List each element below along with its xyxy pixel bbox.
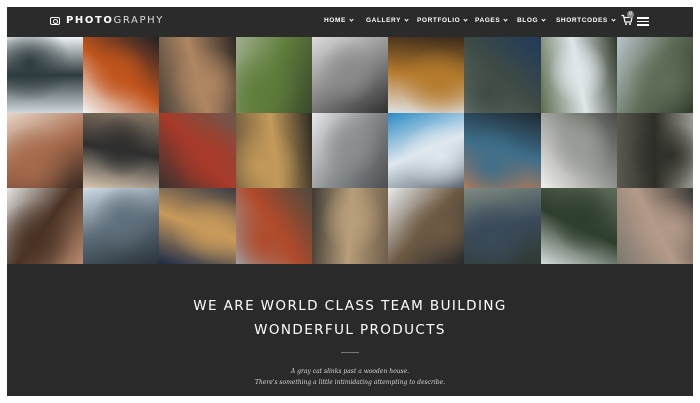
gallery-photo-tile[interactable]: [540, 112, 617, 189]
hero-subtext-2: There's something a little intimidating …: [254, 379, 446, 386]
gallery-photo-tile[interactable]: [83, 112, 160, 189]
gallery-photo-tile[interactable]: [7, 37, 84, 113]
gallery-photo-tile[interactable]: [464, 188, 541, 264]
nav-home[interactable]: HOME: [324, 17, 354, 24]
cart-count-badge: 0: [627, 11, 634, 18]
photo-grid: [7, 37, 693, 264]
gallery-photo-tile[interactable]: [159, 112, 236, 189]
nav-portfolio[interactable]: PORTFOLIO: [417, 17, 468, 24]
gallery-photo-tile[interactable]: [83, 188, 160, 264]
gallery-photo-tile[interactable]: [311, 188, 389, 264]
hero-divider: [341, 352, 359, 353]
nav-pages[interactable]: PAGES: [475, 17, 508, 24]
chevron-down-icon: [541, 17, 546, 22]
gallery-photo-tile[interactable]: [540, 188, 617, 264]
site-header: PHOTOGRAPHY HOME GALLERY PORTFOLIO PAGES…: [7, 7, 693, 37]
hero-subtext-1: A gray cat slinks past a wooden house.: [290, 368, 410, 375]
gallery-photo-tile[interactable]: [7, 112, 84, 189]
gallery-photo-tile[interactable]: [616, 37, 693, 113]
chevron-down-icon: [463, 17, 468, 22]
gallery-photo-tile[interactable]: [616, 188, 693, 264]
chevron-down-icon: [503, 17, 508, 22]
gallery-photo-tile[interactable]: [235, 112, 312, 189]
gallery-photo-tile[interactable]: [388, 37, 465, 113]
hero-section: WE ARE WORLD CLASS TEAM BUILDING WONDERF…: [7, 264, 693, 396]
gallery-photo-tile[interactable]: [616, 112, 693, 189]
gallery-photo-tile[interactable]: [464, 112, 541, 189]
gallery-photo-tile[interactable]: [235, 188, 312, 264]
nav-shortcodes[interactable]: SHORTCODES: [556, 17, 616, 24]
chevron-down-icon: [404, 17, 409, 22]
page-frame: PHOTOGRAPHY HOME GALLERY PORTFOLIO PAGES…: [7, 7, 693, 396]
gallery-photo-tile[interactable]: [235, 37, 312, 113]
gallery-photo-tile[interactable]: [159, 188, 236, 264]
gallery-photo-tile[interactable]: [464, 37, 541, 113]
gallery-photo-tile[interactable]: [388, 112, 465, 189]
gallery-photo-tile[interactable]: [311, 37, 389, 113]
site-logo[interactable]: PHOTOGRAPHY: [50, 15, 164, 26]
gallery-photo-tile[interactable]: [540, 37, 617, 113]
gallery-photo-tile[interactable]: [388, 188, 465, 264]
hero-heading-line-1: WE ARE WORLD CLASS TEAM BUILDING: [193, 298, 507, 314]
logo-text: PHOTOGRAPHY: [66, 15, 164, 26]
chevron-down-icon: [349, 17, 354, 22]
nav-gallery[interactable]: GALLERY: [366, 17, 409, 24]
gallery-photo-tile[interactable]: [7, 188, 84, 264]
camera-icon: [50, 16, 60, 25]
nav-blog[interactable]: BLOG: [517, 17, 546, 24]
gallery-photo-tile[interactable]: [159, 37, 236, 113]
gallery-photo-tile[interactable]: [311, 112, 389, 189]
chevron-down-icon: [611, 17, 616, 22]
gallery-photo-tile[interactable]: [83, 37, 160, 113]
hero-heading-line-2: WONDERFUL PRODUCTS: [254, 322, 446, 338]
hamburger-icon[interactable]: [637, 17, 649, 26]
